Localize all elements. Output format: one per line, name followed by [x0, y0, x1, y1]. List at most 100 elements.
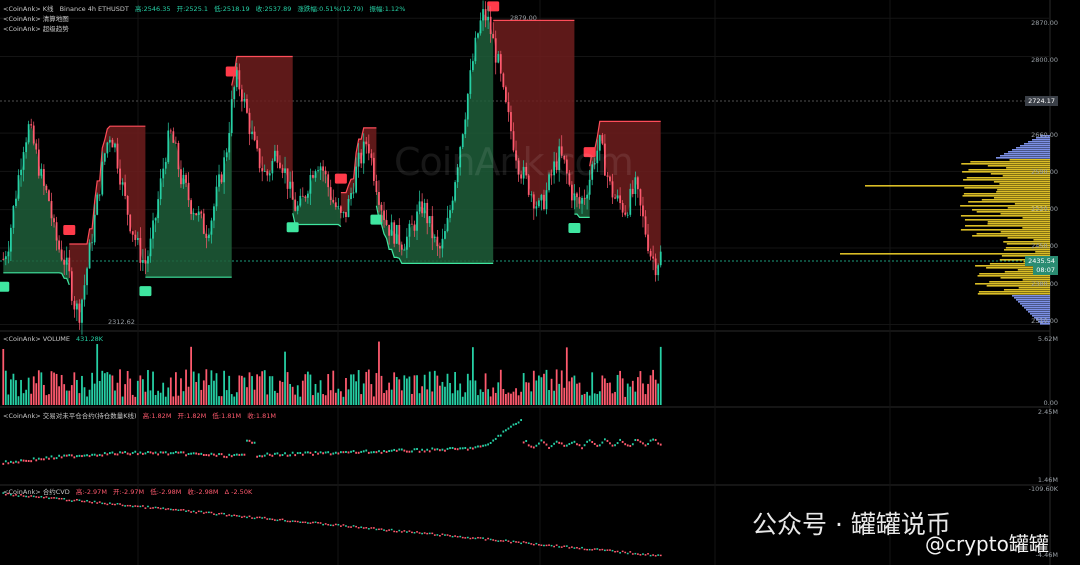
volume-bar [367, 369, 370, 405]
oi-candle [411, 450, 413, 453]
cvd-candle [174, 508, 177, 511]
candle-body [322, 166, 325, 171]
cvd-candle [449, 535, 451, 537]
candle-body [289, 181, 292, 189]
oi-candle [42, 458, 45, 461]
candle-body [543, 194, 545, 210]
candle-body [45, 185, 48, 191]
candle-body [502, 73, 505, 88]
cvd-candle [88, 501, 91, 503]
cvd-candle [576, 546, 578, 549]
oi-candle [510, 425, 512, 428]
oi-candle [438, 449, 441, 452]
candle-body [174, 142, 177, 144]
volume-bar [639, 371, 642, 405]
volume-bar [654, 379, 657, 405]
cvd-candle [530, 543, 533, 545]
volume-bar [263, 370, 266, 405]
cvd-candle [565, 545, 568, 547]
price-header-low: 低:2518.19 [214, 5, 250, 13]
cvd-delta: Δ -2.50K [224, 488, 253, 496]
liquidation-profile-bar [1012, 295, 1050, 297]
volume-bar [421, 386, 424, 405]
candle-body [418, 201, 421, 212]
supertrend-label[interactable]: <CoinAnk> 超级趋势 [3, 25, 69, 34]
liquidation-profile-bar [987, 165, 1050, 167]
volume-bar [624, 396, 627, 405]
volume-bar [73, 372, 76, 405]
oi-candle [390, 449, 393, 452]
candle-body [428, 216, 431, 224]
volume-bar [494, 392, 497, 405]
cvd-candle [55, 497, 58, 499]
candle-body [339, 206, 342, 213]
cvd-candle [418, 532, 421, 534]
cvd-candle [507, 540, 510, 542]
oi-candle [459, 447, 462, 450]
cvd-candle [48, 497, 50, 500]
buy-signal-marker [139, 286, 152, 297]
candle-body [408, 223, 411, 237]
volume-bar [530, 391, 533, 405]
cvd-candle [464, 537, 467, 539]
liquidation-profile-bar [1020, 145, 1050, 147]
volume-bar [441, 381, 444, 405]
volume-bar [309, 374, 312, 405]
candle-body [60, 249, 63, 260]
volume-bar [504, 393, 507, 405]
oi-candle [4, 460, 7, 463]
sell-signal-marker [63, 224, 76, 235]
oi-candle [258, 454, 261, 457]
candle-body [42, 169, 45, 186]
oi-candle [560, 442, 563, 445]
volume-bar [537, 375, 540, 405]
volume-bar [322, 394, 325, 405]
candle-body [40, 169, 43, 176]
volume-bar [149, 390, 152, 405]
candle-body [489, 16, 492, 35]
liquidation-profile-bar [1000, 231, 1050, 233]
oi-candle [578, 444, 581, 447]
cvd-candle [639, 554, 642, 556]
cvd-candle [573, 547, 576, 549]
liquidation-profile-bar [962, 195, 1050, 197]
liquidation-profile-bar [1003, 289, 1050, 291]
candle-body [405, 236, 408, 250]
liquidation-map-label[interactable]: <CoinAnk> 清算地图 [3, 15, 69, 24]
oi-candle [169, 452, 172, 455]
oi-candle [659, 443, 662, 446]
candlestick-chart[interactable]: 2879.00 2312.62 [0, 0, 1080, 565]
oi-candle [58, 454, 61, 457]
candle-body [350, 192, 352, 199]
volume-bar [4, 370, 7, 405]
oi-candle [299, 451, 302, 454]
cvd-axis-top: -109.60K [1028, 485, 1058, 493]
oi-candle [535, 444, 538, 447]
oi-candle [121, 451, 124, 454]
volume-bar [446, 373, 449, 405]
volume-bar [581, 394, 583, 405]
candle-body [230, 99, 233, 134]
liquidation-profile-bar [996, 157, 1050, 159]
candle-body [248, 112, 251, 135]
candle-body [192, 213, 195, 215]
volume-bar [32, 376, 35, 405]
cvd-candle [550, 544, 553, 547]
volume-bar [456, 390, 459, 405]
cvd-candle [238, 515, 241, 517]
oi-candle [55, 457, 58, 460]
oi-candle [494, 437, 497, 440]
candle-body [281, 168, 284, 173]
cvd-candle [403, 530, 406, 532]
candle-body [314, 171, 317, 178]
cvd-candle [644, 554, 647, 556]
volume-bar [352, 374, 355, 405]
oi-candle [106, 453, 109, 456]
liquidation-profile-bar [1008, 151, 1050, 153]
oi-candle [103, 452, 106, 455]
volume-bar [174, 372, 177, 405]
candle-body [301, 195, 304, 197]
oi-candle [256, 455, 259, 458]
oi-candle [220, 453, 223, 456]
candle-body [469, 70, 472, 94]
